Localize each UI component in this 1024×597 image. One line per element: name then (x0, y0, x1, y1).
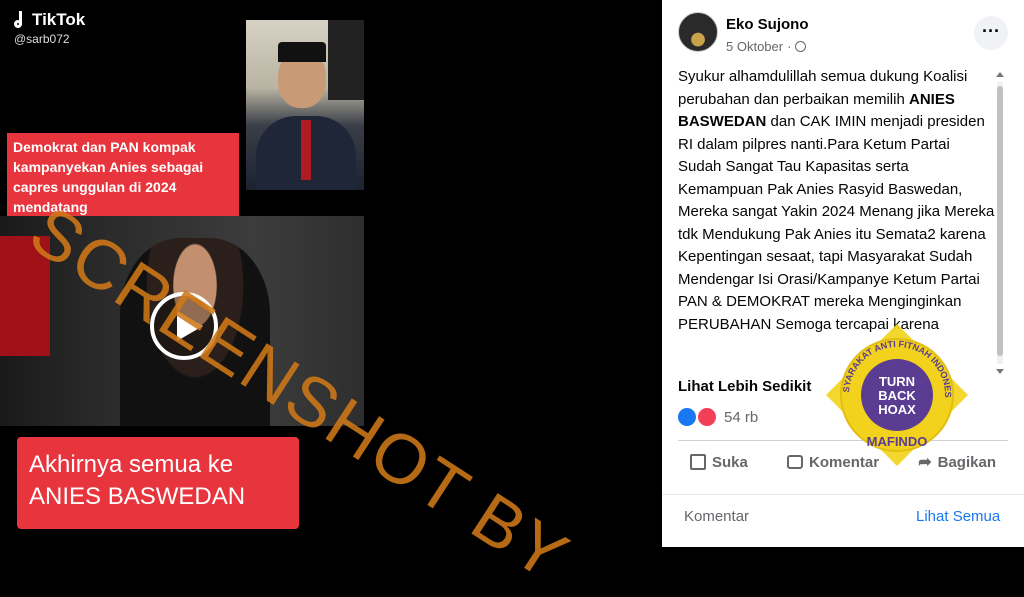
comment-button[interactable]: Komentar (775, 454, 891, 471)
share-button[interactable]: ➦ Bagikan (906, 452, 1008, 472)
tiktok-icon (14, 11, 28, 29)
eye-icon (932, 411, 949, 422)
comment-count[interactable]: 15 rb (870, 408, 904, 425)
headline-bottom-banner: Akhirnya semua ke ANIES BASWEDAN (17, 437, 299, 529)
like-reaction-icon (678, 408, 696, 426)
facebook-post: Eko Sujono 5 Oktober · ··· Syukur alhamd… (662, 0, 1024, 547)
post-text-part2: dan CAK IMIN menjadi presiden RI dalam p… (678, 113, 995, 333)
politician-photo (246, 20, 364, 190)
comment-icon (787, 455, 804, 469)
tiktok-video-panel[interactable]: TikTok @sarb072 Demokrat dan PAN kompak … (0, 0, 662, 547)
meta-separator: · (787, 39, 792, 54)
divider (678, 440, 1008, 441)
avatar[interactable] (678, 12, 718, 52)
see-all-link[interactable]: Lihat Semua (916, 508, 1000, 525)
thumbs-up-icon (690, 454, 706, 470)
reaction-summary[interactable]: 54 rb (678, 406, 758, 428)
like-button[interactable]: Suka (678, 454, 760, 471)
post-text: Syukur alhamdulillah semua dukung Koalis… (678, 66, 996, 374)
see-less-link[interactable]: Lihat Lebih Sedikit (678, 378, 811, 395)
globe-icon (795, 41, 807, 52)
comment-input[interactable]: Komentar (684, 508, 749, 525)
scroll-down-arrow-icon[interactable] (996, 369, 1004, 374)
reaction-count: 54 rb (724, 408, 759, 426)
share-label: Bagikan (937, 453, 996, 471)
like-label: Suka (712, 453, 748, 471)
tiktok-handle: @sarb072 (14, 32, 70, 46)
scroll-up-arrow-icon[interactable] (996, 72, 1004, 77)
post-meta: 5 Oktober · (726, 39, 807, 54)
comment-label: Komentar (809, 453, 880, 471)
post-text-scrollbar[interactable] (995, 72, 1005, 374)
play-button[interactable] (150, 292, 218, 360)
love-reaction-icon (696, 406, 718, 428)
post-actions: Suka Komentar ➦ Bagikan (678, 444, 1008, 480)
post-author[interactable]: Eko Sujono (726, 16, 809, 33)
divider (662, 494, 1024, 495)
headline-top-banner: Demokrat dan PAN kompak kampanyekan Anie… (7, 133, 239, 221)
headline-bottom-line1: Akhirnya semua ke (29, 451, 234, 478)
tiktok-logo: TikTok @sarb072 (14, 10, 85, 46)
more-options-button[interactable]: ··· (974, 16, 1008, 50)
tiktok-brand: TikTok (32, 10, 86, 29)
headline-bottom-line2: ANIES BASWEDAN (29, 483, 246, 510)
post-counts: 15 rb 2 jt (870, 408, 949, 425)
view-count: 2 jt (908, 408, 929, 425)
share-icon: ➦ (918, 454, 932, 471)
post-date[interactable]: 5 Oktober (726, 39, 783, 54)
